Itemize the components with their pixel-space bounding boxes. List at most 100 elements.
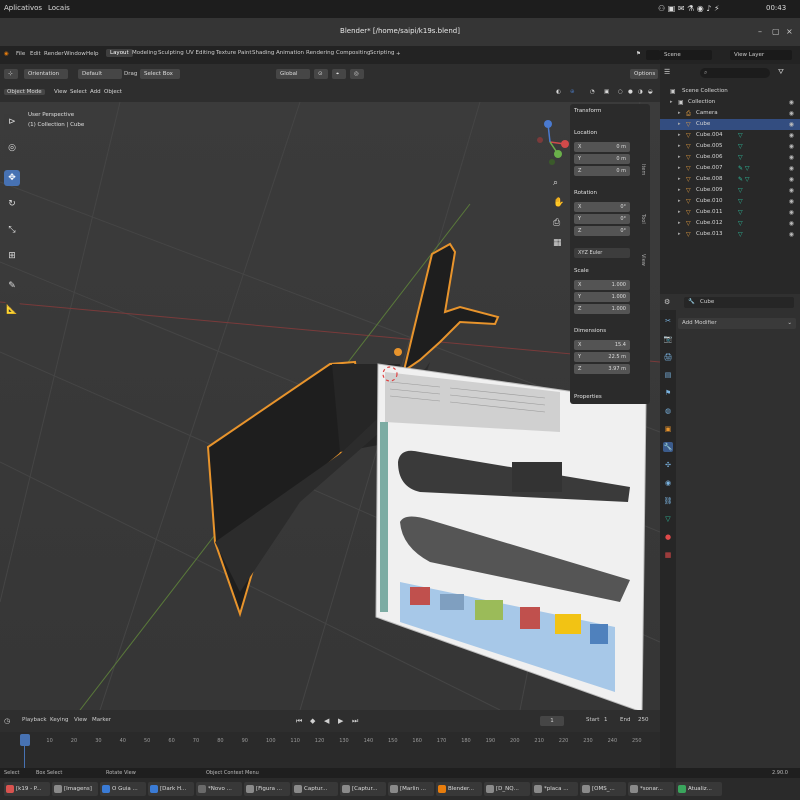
annotate-tool-icon[interactable]: ✎ [4, 278, 20, 294]
outliner-row[interactable]: ▸ ▽ Cube.004 ▽ ◉ [660, 130, 800, 141]
start-frame-field[interactable]: 1 [604, 717, 608, 723]
system-tray-icons[interactable]: ⚇ ▣ ✉ ⚗ ◉ ♪ ⚡ [658, 4, 720, 13]
expand-icon[interactable]: ▸ [678, 119, 681, 130]
taskbar-item[interactable]: [Dark H... [148, 782, 194, 796]
drag-select-dropdown[interactable]: Select Box [140, 69, 180, 79]
scene-icon[interactable]: ⚑ [636, 51, 641, 57]
shading-wire-icon[interactable]: ○ [618, 89, 623, 95]
visibility-eye-icon[interactable]: ◉ [789, 218, 794, 229]
object-menu[interactable]: Object [104, 89, 122, 95]
scene-tab-icon[interactable]: ⚑ [663, 388, 673, 398]
rotate-tool-icon[interactable]: ↻ [4, 196, 20, 212]
taskbar-item[interactable]: [OMS_... [580, 782, 626, 796]
expand-icon[interactable]: ▸ [678, 141, 681, 152]
visibility-eye-icon[interactable]: ◉ [789, 196, 794, 207]
modifier-tab-icon[interactable]: 🔧 [663, 442, 673, 452]
menu-edit[interactable]: Edit [30, 51, 41, 57]
playback-menu[interactable]: Playback [22, 717, 47, 723]
physics-tab-icon[interactable]: ◉ [663, 478, 673, 488]
taskbar-item[interactable]: Captur... [292, 782, 338, 796]
sidebar-tab-view[interactable]: View [640, 254, 646, 266]
menu-help[interactable]: Help [86, 51, 99, 57]
taskbar-item[interactable]: [Imagens] [52, 782, 98, 796]
play-reverse-icon[interactable]: ◀ [324, 717, 329, 725]
prev-keyframe-icon[interactable]: ◆ [310, 717, 315, 725]
taskbar-item[interactable]: [Marlin ... [388, 782, 434, 796]
expand-icon[interactable]: ▸ [678, 174, 681, 185]
play-icon[interactable]: ▶ [338, 717, 343, 725]
rotation-y-field[interactable]: Y 0° [574, 214, 630, 224]
add-menu[interactable]: Add [90, 89, 101, 95]
jump-start-icon[interactable]: ⏮ [296, 717, 302, 726]
particles-tab-icon[interactable]: ✣ [663, 460, 673, 470]
move-tool-icon[interactable]: ✥ [4, 170, 20, 186]
visibility-eye-icon[interactable]: ◉ [789, 97, 794, 108]
visibility-eye-icon[interactable]: ◉ [789, 130, 794, 141]
shading-material-icon[interactable]: ◑ [638, 89, 643, 95]
menu-window[interactable]: Window [64, 51, 86, 57]
visibility-eye-icon[interactable]: ◉ [789, 163, 794, 174]
outliner-search-input[interactable]: ⌕ [700, 68, 770, 78]
data-tab-icon[interactable]: ▽ [663, 514, 673, 524]
taskbar-item[interactable]: [Captur... [340, 782, 386, 796]
end-frame-field[interactable]: 250 [638, 717, 649, 723]
playhead[interactable] [20, 734, 30, 746]
orientation-dropdown[interactable]: Orientation [24, 69, 68, 79]
view-layer-tab-icon[interactable]: ▤ [663, 370, 673, 380]
sidebar-tab-item[interactable]: Item [640, 164, 646, 175]
constraints-tab-icon[interactable]: ⛓ [663, 496, 673, 506]
taskbar-item[interactable]: Atualiz... [676, 782, 722, 796]
visibility-eye-icon[interactable]: ◉ [789, 108, 794, 119]
location-y-field[interactable]: Y0 m [574, 154, 630, 164]
outliner-row[interactable]: ▸ ▣ Collection ◉ [660, 97, 800, 108]
sidebar-tab-tool[interactable]: Tool [640, 214, 646, 224]
ortho-grid-icon[interactable]: ▦ [553, 238, 562, 248]
filter-icon[interactable]: ⛛ [778, 68, 784, 77]
select-tool-icon[interactable]: ⊹ [4, 69, 18, 79]
expand-icon[interactable]: ▸ [678, 130, 681, 141]
expand-icon[interactable]: ▸ [678, 229, 681, 240]
visibility-eye-icon[interactable]: ◉ [789, 185, 794, 196]
dimension-x-field[interactable]: X 15.4 [574, 340, 630, 350]
clock[interactable]: 00:43 [766, 4, 786, 12]
apps-menu[interactable]: Aplicativos [4, 4, 42, 12]
material-tab-icon[interactable]: ● [663, 532, 673, 542]
world-tab-icon[interactable]: ◍ [663, 406, 673, 416]
scene-selector[interactable] [646, 50, 660, 60]
visibility-eye-icon[interactable]: ◉ [789, 152, 794, 163]
expand-icon[interactable]: ▸ [678, 108, 681, 119]
zoom-icon[interactable]: ⌕ [553, 178, 558, 188]
timeline-editor-icon[interactable]: ◷ [4, 717, 10, 725]
menu-render[interactable]: Render [44, 51, 64, 57]
visibility-icon[interactable]: ◐ [556, 89, 561, 95]
pivot-icon[interactable]: ⊙ [314, 69, 328, 79]
scale-tool-icon[interactable]: ⤡ [4, 222, 20, 238]
jump-end-icon[interactable]: ⏭ [352, 717, 358, 726]
taskbar-item[interactable]: *sonar... [628, 782, 674, 796]
output-tab-icon[interactable]: 🖨 [663, 352, 673, 362]
outliner-row[interactable]: ▸ ▽ Cube ◉ [660, 119, 800, 130]
keying-menu[interactable]: Keying [50, 717, 68, 723]
visibility-eye-icon[interactable]: ◉ [789, 141, 794, 152]
object-tab-icon[interactable]: ▣ [663, 424, 673, 434]
transform-header[interactable]: Transform [574, 108, 601, 114]
select-menu[interactable]: Select [70, 89, 87, 95]
shading-solid-icon[interactable]: ● [628, 89, 633, 95]
timeline-frames[interactable]: 0102030405060708090100110120130140150160… [0, 732, 660, 768]
scale-x-field[interactable]: X 1.000 [574, 280, 630, 290]
taskbar-item[interactable]: O Guia ... [100, 782, 146, 796]
close-icon[interactable]: × [786, 27, 796, 37]
properties-object-name[interactable]: 🔧 Cube [684, 297, 794, 308]
transform-tool-icon[interactable]: ⊞ [4, 248, 20, 264]
outliner-row[interactable]: ▸ ▽ Cube.009 ▽ ◉ [660, 185, 800, 196]
scale-z-field[interactable]: Z 1.000 [574, 304, 630, 314]
gizmo-icon[interactable]: ⊕ [570, 89, 575, 95]
default-dropdown[interactable]: Default [78, 69, 122, 79]
rotation-mode-dropdown[interactable]: XYZ Euler [574, 248, 630, 258]
expand-icon[interactable]: ▸ [678, 185, 681, 196]
add-modifier-dropdown[interactable]: Add Modifier ⌄ [678, 318, 796, 329]
blender-logo-icon[interactable]: ◉ [4, 51, 9, 57]
options-dropdown[interactable]: Options [630, 69, 658, 79]
minimize-icon[interactable]: – [758, 27, 768, 37]
shading-rendered-icon[interactable]: ◒ [648, 89, 653, 95]
